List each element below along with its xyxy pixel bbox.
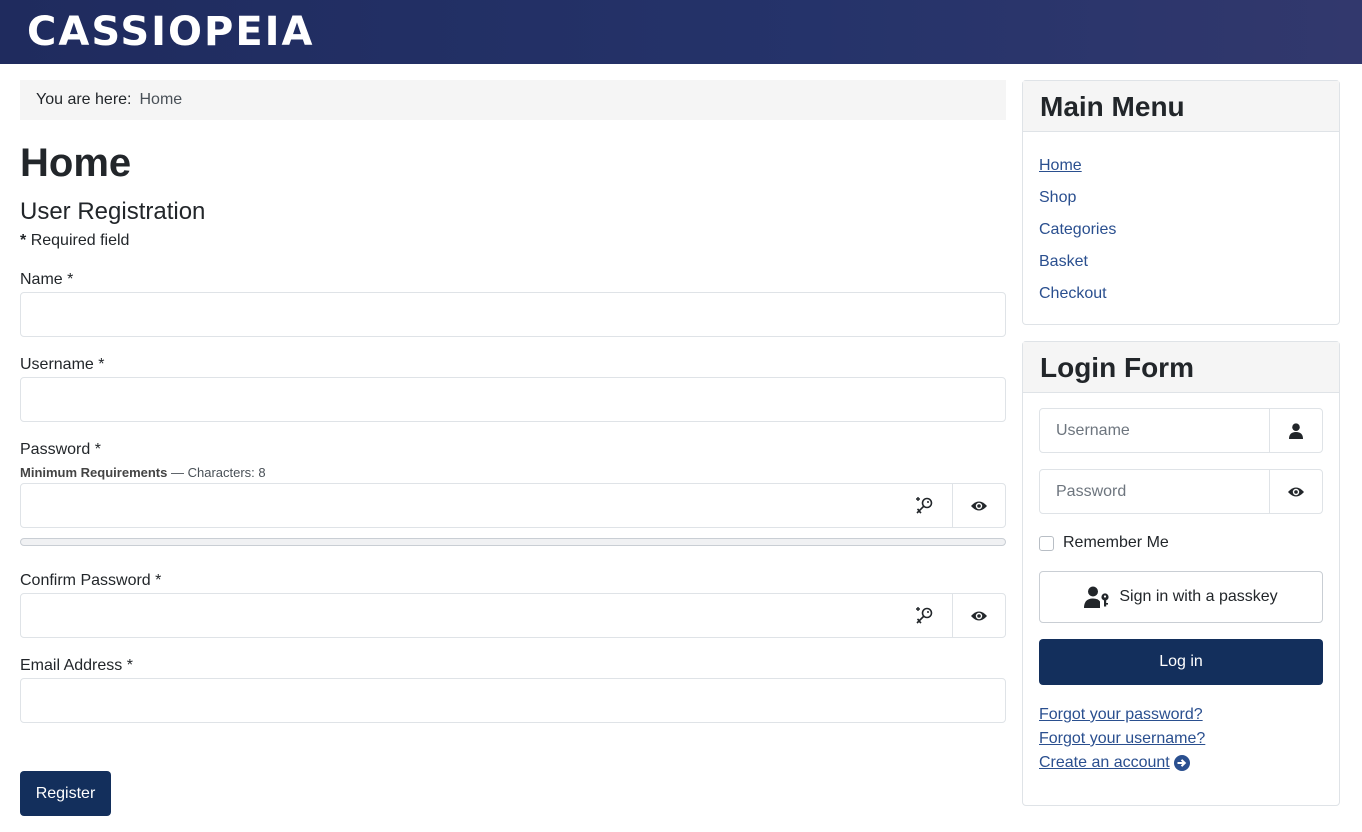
required-note-text: Required field	[30, 232, 130, 249]
main-menu-card: Main Menu Home Shop Categories Basket Ch…	[1022, 80, 1340, 325]
email-input[interactable]	[20, 678, 1006, 723]
create-account-link[interactable]: Create an account	[1039, 751, 1205, 775]
key-icon[interactable]	[914, 496, 934, 516]
menu-link[interactable]: Checkout	[1039, 285, 1107, 302]
remember-me: Remember Me	[1039, 534, 1169, 552]
remember-me-checkbox[interactable]	[1039, 535, 1054, 551]
passkey-label: Sign in with a passkey	[1119, 588, 1278, 605]
name-input[interactable]	[20, 292, 1006, 337]
username-label: Username *	[20, 356, 105, 373]
password-field	[20, 483, 1006, 528]
required-marker: *	[20, 232, 27, 249]
show-password-button[interactable]	[952, 484, 1005, 527]
confirm-password-input[interactable]	[21, 594, 952, 637]
login-username-input[interactable]: Username	[1040, 409, 1269, 452]
forgot-username-link[interactable]: Forgot your username?	[1039, 727, 1205, 751]
confirm-password-field	[20, 593, 1006, 638]
login-show-password-button[interactable]	[1269, 470, 1322, 513]
arrow-circle-right-icon	[1173, 755, 1190, 771]
eye-icon	[1288, 487, 1304, 496]
name-label: Name *	[20, 271, 74, 288]
password-requirements: Minimum Requirements — Characters: 8	[20, 465, 266, 481]
menu-item-home: Home	[1039, 154, 1323, 186]
breadcrumb-current: Home	[139, 91, 183, 108]
user-addon	[1269, 409, 1322, 452]
show-confirm-password-button[interactable]	[952, 594, 1005, 637]
menu-link[interactable]: Categories	[1039, 221, 1116, 238]
user-icon	[1289, 422, 1303, 439]
registration-title: User Registration	[20, 198, 206, 225]
required-note: * Required field	[20, 231, 129, 251]
menu-link[interactable]: Shop	[1039, 189, 1076, 206]
login-button[interactable]: Log in	[1039, 639, 1323, 685]
login-form-card: Login Form Username Password Remember Me	[1022, 341, 1340, 806]
breadcrumb-label: You are here:	[36, 91, 132, 108]
breadcrumb: You are here: Home	[20, 80, 1006, 120]
key-icon[interactable]	[914, 606, 934, 626]
site-brand[interactable]: CASSIOPEIA	[27, 8, 315, 56]
min-req-label: Minimum Requirements	[20, 465, 168, 480]
menu-item-categories: Categories	[1039, 218, 1323, 250]
login-form-title: Login Form	[1023, 342, 1339, 393]
menu-item-shop: Shop	[1039, 186, 1323, 218]
site-header: CASSIOPEIA	[0, 0, 1362, 64]
password-label: Password *	[20, 441, 101, 458]
menu-item-checkout: Checkout	[1039, 282, 1323, 314]
passkey-button[interactable]: Sign in with a passkey	[1039, 571, 1323, 623]
password-input[interactable]	[21, 484, 952, 527]
main-menu-list: Home Shop Categories Basket Checkout	[1023, 132, 1339, 314]
eye-icon	[971, 501, 987, 510]
menu-link[interactable]: Home	[1039, 157, 1082, 174]
min-req-detail: — Characters: 8	[170, 465, 266, 480]
login-password-field: Password	[1039, 469, 1323, 514]
register-button[interactable]: Register	[20, 771, 111, 816]
username-input[interactable]	[20, 377, 1006, 422]
create-account-label: Create an account	[1039, 754, 1170, 771]
remember-me-label[interactable]: Remember Me	[1063, 534, 1169, 552]
page-title: Home	[20, 141, 132, 185]
menu-link[interactable]: Basket	[1039, 253, 1088, 270]
email-label: Email Address *	[20, 657, 133, 674]
confirm-password-label: Confirm Password *	[20, 572, 162, 589]
main-menu-title: Main Menu	[1023, 81, 1339, 132]
passkey-icon	[1084, 586, 1109, 608]
login-password-input[interactable]: Password	[1040, 470, 1269, 513]
login-links: Forgot your password? Forgot your userna…	[1039, 703, 1205, 775]
menu-item-basket: Basket	[1039, 250, 1323, 282]
forgot-password-link[interactable]: Forgot your password?	[1039, 703, 1205, 727]
password-strength-meter	[20, 538, 1006, 546]
eye-icon	[971, 611, 987, 620]
login-username-field: Username	[1039, 408, 1323, 453]
